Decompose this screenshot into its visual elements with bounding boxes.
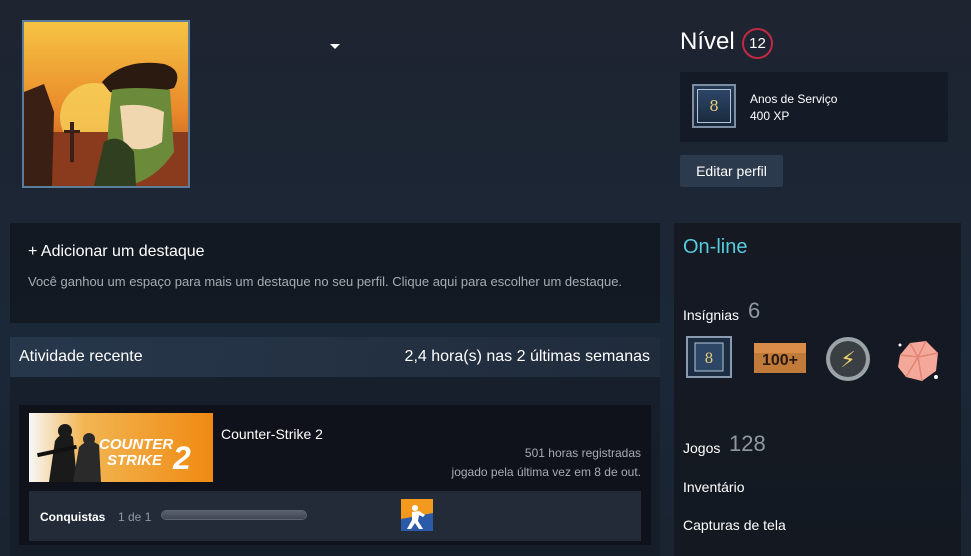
years-of-service-icon: 8 — [692, 84, 736, 128]
add-showcase-description: Você ganhou um espaço para mais um desta… — [28, 274, 623, 289]
capsule-line-1: COUNTER — [99, 436, 173, 453]
level-label: Nível — [680, 28, 735, 55]
achievements-progress-bar — [161, 510, 307, 520]
badge-100-glyph: 100+ — [762, 352, 798, 369]
profile-sidebar: On-line Insígnias 6 8 100+ ⚡ Jogos 128 I… — [674, 223, 961, 556]
achievements-label[interactable]: Conquistas — [40, 510, 105, 524]
profile-dropdown-arrow-icon[interactable] — [330, 44, 340, 49]
badges-link[interactable]: Insígnias — [683, 307, 739, 323]
avatar-image — [24, 22, 188, 186]
inventory-link[interactable]: Inventário — [683, 479, 744, 495]
lightning-coin-icon[interactable]: ⚡ — [823, 335, 877, 383]
achievements-bar: Conquistas 1 de 1 — [29, 491, 641, 541]
service-xp: 400 XP — [750, 109, 790, 123]
badge-bolt-glyph: ⚡ — [840, 348, 855, 373]
recent-activity-header: Atividade recente 2,4 hora(s) nas 2 últi… — [10, 337, 660, 377]
games-link[interactable]: Jogos — [683, 440, 720, 456]
achievements-count: 1 de 1 — [118, 510, 152, 524]
100-plus-icon[interactable]: 100+ — [752, 335, 806, 383]
recent-activity-title: Atividade recente — [19, 348, 143, 365]
service-title: Anos de Serviço — [750, 92, 838, 106]
counter-terrorist-icon[interactable] — [401, 499, 433, 531]
game-name[interactable]: Counter-Strike 2 — [221, 426, 323, 442]
avatar[interactable] — [22, 20, 190, 188]
years-of-service-icon[interactable]: 8 — [685, 335, 739, 383]
add-showcase-title[interactable]: + Adicionar um destaque — [28, 243, 205, 261]
game-card: COUNTER STRIKE 2 Counter-Strike 2 501 ho… — [19, 405, 651, 545]
pink-gem-icon[interactable] — [892, 335, 946, 383]
badge-years-glyph: 8 — [705, 351, 714, 367]
achievements-progress-fill — [162, 511, 306, 519]
level-badge[interactable]: 12 — [742, 28, 773, 59]
edit-profile-button[interactable]: Editar perfil — [680, 155, 783, 187]
game-capsule-image[interactable]: COUNTER STRIKE 2 — [29, 413, 213, 482]
badges-count[interactable]: 6 — [748, 298, 760, 324]
capsule-number: 2 — [172, 440, 191, 476]
games-count[interactable]: 128 — [729, 431, 766, 457]
years-of-service-glyph: 8 — [697, 89, 731, 123]
online-status: On-line — [683, 236, 748, 258]
add-showcase-panel[interactable]: + Adicionar um destaque Você ganhou um e… — [10, 223, 660, 323]
game-last-played: jogado pela última vez em 8 de out. — [451, 465, 641, 479]
capsule-line-2: STRIKE — [107, 452, 163, 469]
recent-activity-hours: 2,4 hora(s) nas 2 últimas semanas — [404, 348, 650, 365]
game-hours: 501 horas registradas — [524, 446, 641, 460]
screenshots-link[interactable]: Capturas de tela — [683, 517, 786, 533]
featured-badge[interactable]: 8 Anos de Serviço 400 XP — [680, 72, 948, 142]
